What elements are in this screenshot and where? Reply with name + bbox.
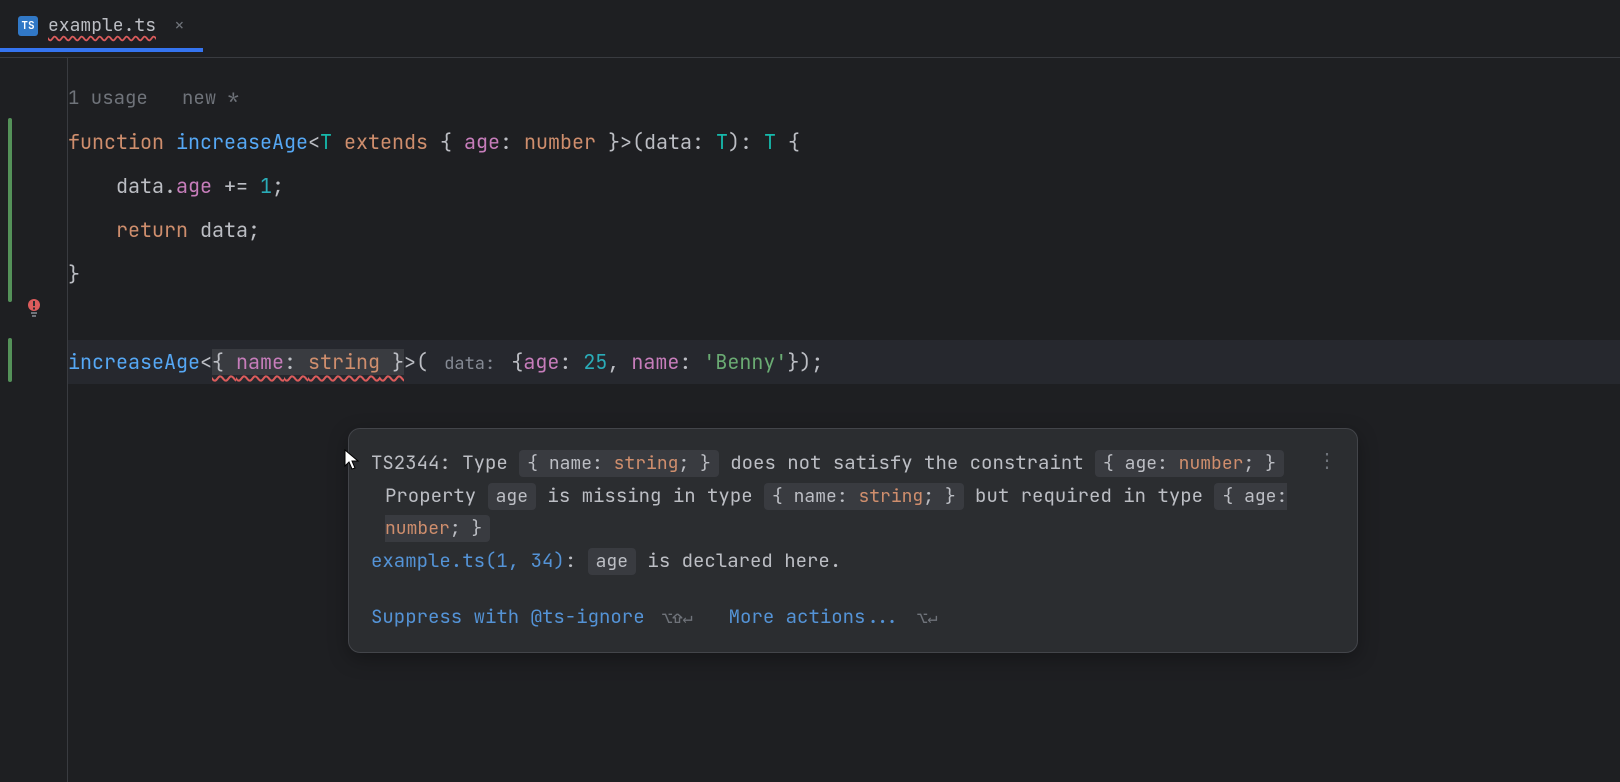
tab-bar: TS example.ts × — [0, 0, 1620, 58]
tooltip-actions: Suppress with @ts-ignore ⌥⇧↵ More action… — [371, 601, 1335, 633]
code-area[interactable]: 1 usage new * function increaseAge<T ext… — [68, 58, 1620, 782]
gutter — [0, 58, 68, 782]
more-icon[interactable]: ⋮ — [1317, 443, 1339, 477]
inlay-hints: 1 usage new * — [68, 76, 1620, 120]
code-line[interactable]: increaseAge<{ name: string }>( data: {ag… — [68, 340, 1620, 384]
shortcut-hint: ⌥⇧↵ — [662, 607, 693, 629]
vcs-change-marker[interactable] — [8, 338, 12, 382]
close-icon[interactable]: × — [174, 14, 185, 37]
tooltip-location: example.ts(1, 34): age is declared here. — [371, 545, 1335, 578]
more-actions[interactable]: More actions... — [729, 604, 900, 629]
source-link[interactable]: example.ts(1, 34) — [371, 548, 565, 573]
file-tab[interactable]: TS example.ts × — [0, 0, 203, 51]
code-line[interactable]: data.age += 1; — [68, 164, 1620, 208]
code-line[interactable]: return data; — [68, 208, 1620, 252]
error-tooltip: ⋮ TS2344: Type { name: string; } does no… — [348, 428, 1358, 653]
editor: 1 usage new * function increaseAge<T ext… — [0, 58, 1620, 782]
vcs-change-marker[interactable] — [8, 118, 12, 302]
code-line[interactable]: function increaseAge<T extends { age: nu… — [68, 120, 1620, 164]
shortcut-hint: ⌥↵ — [917, 607, 937, 629]
error-bulb-icon[interactable] — [26, 298, 42, 318]
typescript-file-icon: TS — [18, 16, 38, 36]
parameter-hint: data: — [428, 351, 511, 377]
tab-filename: example.ts — [48, 14, 156, 37]
code-line[interactable] — [68, 296, 1620, 340]
suppress-action[interactable]: Suppress with @ts-ignore — [371, 604, 645, 629]
tooltip-message: Property age is missing in type { name: … — [371, 480, 1335, 545]
tooltip-message: TS2344: Type { name: string; } does not … — [371, 447, 1335, 480]
code-line[interactable]: } — [68, 252, 1620, 296]
